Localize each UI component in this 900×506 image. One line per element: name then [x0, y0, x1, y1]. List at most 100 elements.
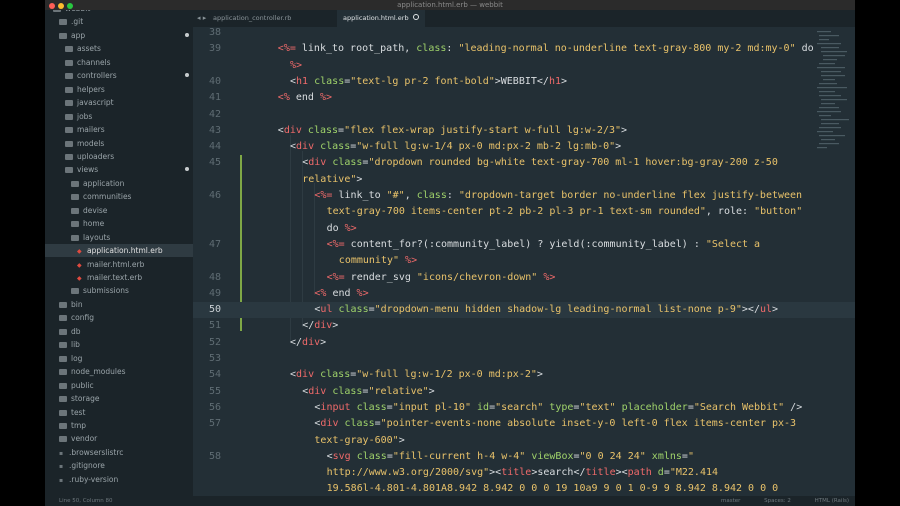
code-line[interactable]: 55 <div class="relative"> — [193, 384, 855, 400]
tree-folder[interactable]: storage — [45, 392, 193, 405]
minimap[interactable] — [813, 27, 855, 167]
code-line[interactable]: 53 — [193, 351, 855, 367]
indentation-setting[interactable]: Spaces: 2 — [764, 498, 791, 504]
code-token: , role: — [705, 206, 755, 218]
tree-folder[interactable]: tmp — [45, 419, 193, 432]
code-line[interactable]: 42 — [193, 107, 855, 123]
tree-folder[interactable]: javascript — [45, 96, 193, 109]
code-line[interactable]: 57 <div class="pointer-events-none absolu… — [193, 416, 855, 432]
tree-item-label: tmp — [71, 420, 87, 430]
code-text: <div class="relative"> — [302, 384, 435, 400]
code-token: "dropdown-menu hidden shadow-lg leading-… — [374, 304, 742, 316]
tree-folder[interactable]: assets — [45, 42, 193, 55]
cursor-position[interactable]: Line 50, Column 80 — [59, 496, 113, 506]
tree-folder[interactable]: vendor — [45, 432, 193, 445]
code-line[interactable]: http://www.w3.org/2000/svg"><title>searc… — [193, 465, 855, 481]
tab-application-html-erb[interactable]: application.html.erb — [337, 10, 425, 27]
erb-file-icon: ◆ — [77, 275, 82, 282]
tree-file[interactable]: ▪ .ruby-version — [45, 473, 193, 486]
tree-folder[interactable]: public — [45, 379, 193, 392]
tree-folder[interactable]: config — [45, 311, 193, 324]
tree-folder[interactable]: .git — [45, 15, 193, 28]
tree-folder[interactable]: helpers — [45, 83, 193, 96]
tree-file[interactable]: ▪ .browserslistrc — [45, 446, 193, 459]
code-token: : — [446, 43, 459, 55]
tree-item-label: .gitignore — [69, 461, 105, 471]
code-line[interactable]: 54 <div class="w-full lg:w-1/2 px-0 md:px… — [193, 367, 855, 383]
tree-folder[interactable]: mailers — [45, 123, 193, 136]
tree-folder[interactable]: channels — [45, 56, 193, 69]
code-line[interactable]: 50 <ul class="dropdown-menu hidden shadow… — [193, 302, 855, 319]
tree-file[interactable]: ▪ .gitignore — [45, 459, 193, 472]
tree-folder[interactable]: home — [45, 217, 193, 230]
code-line[interactable]: 56 <input class="input pl-10" id="search"… — [193, 400, 855, 416]
code-token: class — [416, 190, 447, 201]
tree-folder[interactable]: submissions — [45, 284, 193, 297]
tree-folder[interactable]: application — [45, 177, 193, 190]
tree-folder[interactable]: bin — [45, 298, 193, 311]
code-token: %> — [405, 255, 418, 267]
code-token: render_svg — [344, 271, 417, 283]
folder-icon — [59, 436, 67, 443]
tab-application-controller[interactable]: application_controller.rb — [213, 10, 291, 27]
code-line[interactable]: 38 — [193, 27, 855, 41]
code-token: ul — [320, 304, 333, 316]
code-token: class — [320, 369, 351, 381]
code-editor[interactable]: 38 39 <%= link_to root_path, class: "leadi… — [193, 27, 855, 496]
code-line[interactable]: 58 <svg class="fill-current h-4 w-4" view… — [193, 449, 855, 465]
code-text: <% end %> — [278, 90, 332, 106]
tree-file[interactable]: ◆ mailer.text.erb — [45, 271, 193, 284]
tree-folder[interactable]: app — [45, 29, 193, 42]
code-token: div — [308, 157, 327, 169]
tree-folder[interactable]: uploaders — [45, 150, 193, 163]
code-line[interactable]: 39 <%= link_to root_path, class: "leading… — [193, 41, 855, 57]
tree-folder[interactable]: controllers — [45, 69, 193, 82]
tree-file[interactable]: ◆ mailer.html.erb — [45, 258, 193, 271]
code-line[interactable]: 41 <% end %> — [193, 90, 855, 106]
code-line[interactable]: 48 <%= render_svg "icons/chevron-down" %> — [193, 270, 855, 286]
tree-folder[interactable]: jobs — [45, 110, 193, 123]
tree-file[interactable]: ◆ application.html.erb — [45, 244, 193, 258]
code-line[interactable]: 45 <div class="dropdown rounded bg-white … — [193, 155, 855, 171]
code-line[interactable]: relative"> — [193, 172, 855, 188]
code-line[interactable]: 51 </div> — [193, 318, 855, 334]
code-token: content_for?(:community_label) ? yield(:… — [344, 238, 706, 250]
code-line[interactable]: 52 </div> — [193, 335, 855, 351]
code-token: class — [332, 385, 363, 397]
code-token: > — [536, 369, 543, 381]
code-line[interactable]: 46 <%= link_to "#", class: "dropdown-targ… — [193, 188, 855, 204]
code-line[interactable]: 44 <div class="w-full lg:w-1/4 px-0 md:px… — [193, 139, 855, 155]
code-token: <%= — [326, 271, 345, 283]
tree-folder[interactable]: layouts — [45, 231, 193, 244]
code-line[interactable]: community" %> — [193, 253, 855, 269]
code-token: placeholder — [621, 401, 688, 413]
tree-folder[interactable]: lib — [45, 338, 193, 351]
code-line[interactable]: 43 <div class="flex flex-wrap justify-sta… — [193, 123, 855, 139]
syntax-mode[interactable]: HTML (Rails) — [815, 498, 849, 504]
tree-folder[interactable]: devise — [45, 204, 193, 217]
code-text: <svg class="fill-current h-4 w-4" viewBo… — [327, 449, 694, 465]
code-line[interactable]: text-gray-600"> — [193, 433, 855, 449]
code-line[interactable]: 47 <%= content_for?(:community_label) ? y… — [193, 237, 855, 253]
tree-folder[interactable]: node_modules — [45, 365, 193, 378]
tree-folder[interactable]: models — [45, 137, 193, 150]
tree-folder[interactable]: db — [45, 325, 193, 338]
tree-folder[interactable]: communities — [45, 190, 193, 203]
line-number: 55 — [208, 385, 221, 397]
code-line[interactable]: text-gray-700 items-center pt-2 pb-2 pl-… — [193, 204, 855, 220]
tree-folder[interactable]: views — [45, 163, 193, 176]
code-line[interactable]: 49 <% end %> — [193, 286, 855, 302]
tree-folder[interactable]: test — [45, 406, 193, 419]
code-line[interactable]: do %> — [193, 221, 855, 237]
code-token: "icons/chevron-down" — [416, 271, 538, 283]
code-token: "Select a — [705, 238, 761, 250]
git-branch[interactable]: master — [721, 498, 740, 504]
tree-item-label: app — [71, 30, 86, 40]
code-line[interactable]: 40 <h1 class="text-lg pr-2 font-bold">WEB… — [193, 74, 855, 90]
code-line[interactable]: %> — [193, 58, 855, 74]
tree-folder[interactable]: webbit — [45, 10, 193, 15]
tab-nav-arrows[interactable]: ◂ ▸ — [197, 10, 206, 27]
code-line[interactable]: 19.586l-4.801-4.801A8.942 8.942 0 0 0 19… — [193, 481, 855, 496]
window-title: application.html.erb — webbit — [397, 1, 503, 9]
tree-folder[interactable]: log — [45, 352, 193, 365]
